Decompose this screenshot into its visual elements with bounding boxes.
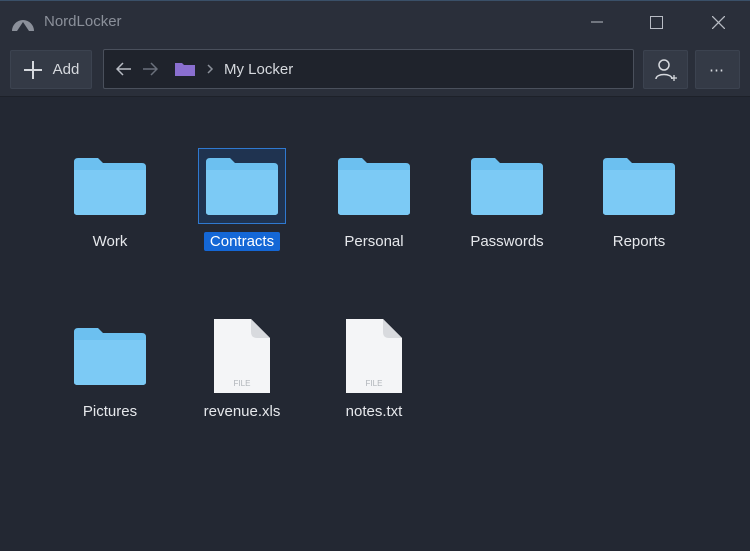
item-icon-frame [330, 148, 418, 224]
folder-item-pictures[interactable]: Pictures [60, 318, 160, 421]
folder-icon [338, 158, 410, 215]
item-label: Pictures [82, 403, 138, 420]
file-item-revenue-xls[interactable]: FILE revenue.xls [192, 318, 292, 421]
maximize-button[interactable] [641, 9, 671, 35]
title-bar: NordLocker [0, 0, 750, 42]
svg-text:FILE: FILE [366, 379, 383, 388]
folder-item-personal[interactable]: Personal [324, 148, 424, 251]
add-user-icon [654, 58, 677, 81]
add-button[interactable]: Add [10, 50, 92, 89]
item-label: Personal [344, 233, 404, 250]
add-label: Add [52, 61, 80, 78]
back-arrow-icon[interactable] [116, 62, 132, 76]
forward-arrow-icon[interactable] [142, 62, 158, 76]
breadcrumb-my-locker[interactable]: My Locker [224, 61, 293, 78]
share-user-button[interactable] [643, 50, 688, 89]
item-label: Work [92, 233, 128, 250]
item-label: Contracts [203, 232, 281, 251]
folder-icon [471, 158, 543, 215]
item-icon-frame [66, 318, 154, 394]
item-icon-frame: FILE [198, 318, 286, 394]
file-icon: FILE [214, 319, 270, 393]
maximize-icon [649, 15, 663, 29]
item-label: Reports [612, 233, 666, 250]
item-icon-frame [66, 148, 154, 224]
nordlocker-logo-icon [12, 20, 34, 31]
locker-folder-icon [175, 63, 195, 76]
item-icon-frame: FILE [330, 318, 418, 394]
file-icon: FILE [346, 319, 402, 393]
minimize-button[interactable] [582, 9, 612, 35]
item-icon-frame [463, 148, 551, 224]
folder-item-contracts[interactable]: Contracts [192, 148, 292, 251]
folder-icon [74, 328, 146, 385]
chevron-right-icon [207, 64, 214, 74]
folder-icon [206, 158, 278, 215]
item-label: revenue.xls [203, 403, 281, 420]
address-bar[interactable]: My Locker [103, 49, 634, 89]
item-label: Passwords [470, 233, 544, 250]
item-label: notes.txt [345, 403, 403, 420]
close-icon [711, 15, 725, 29]
plus-icon [23, 60, 42, 79]
close-button[interactable] [703, 9, 733, 35]
toolbar: Add My Locker ⋯ [0, 42, 750, 97]
folder-icon [603, 158, 675, 215]
file-item-notes-txt[interactable]: FILE notes.txt [324, 318, 424, 421]
folder-item-passwords[interactable]: Passwords [457, 148, 557, 251]
minimize-icon [591, 21, 603, 23]
more-icon: ⋯ [709, 61, 726, 79]
item-icon-frame [595, 148, 683, 224]
app-title: NordLocker [44, 13, 122, 30]
svg-text:FILE: FILE [234, 379, 251, 388]
folder-item-reports[interactable]: Reports [589, 148, 689, 251]
more-options-button[interactable]: ⋯ [695, 50, 740, 89]
folder-item-work[interactable]: Work [60, 148, 160, 251]
folder-icon [74, 158, 146, 215]
item-icon-frame [198, 148, 286, 224]
